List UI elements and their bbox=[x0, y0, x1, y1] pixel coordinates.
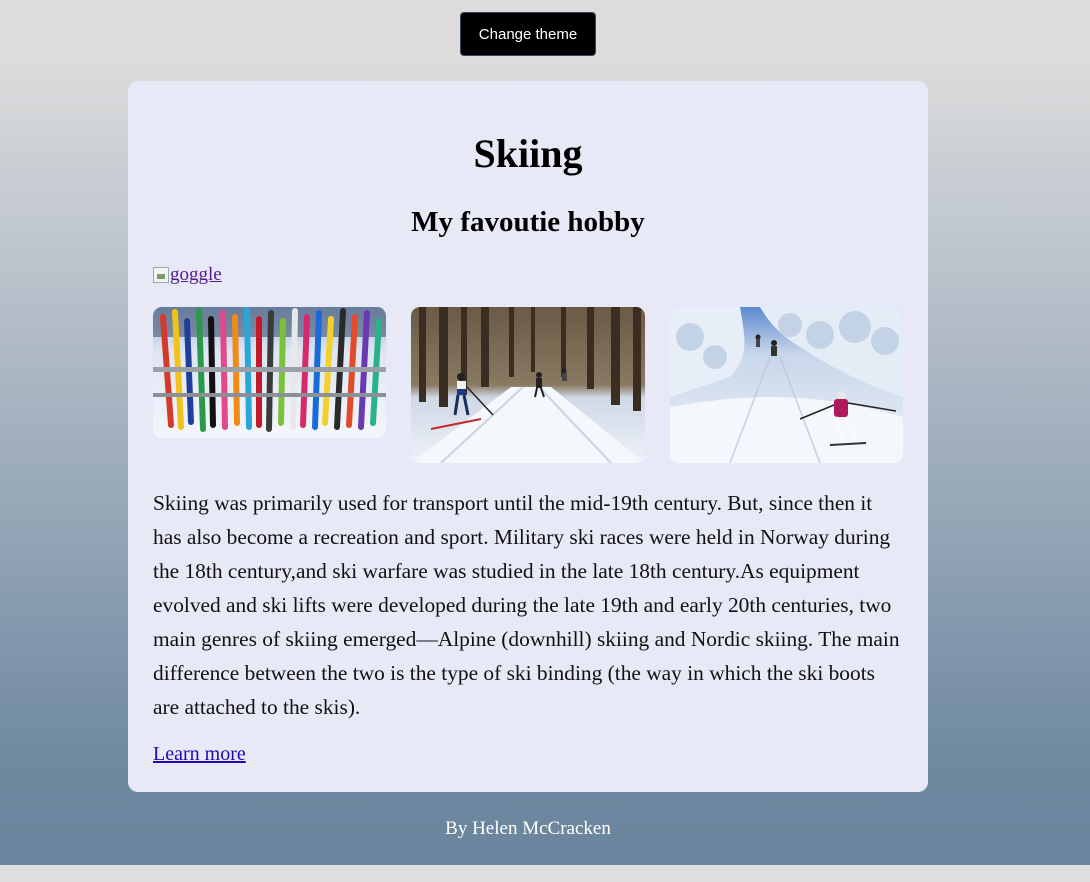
learn-more-link[interactable]: Learn more bbox=[153, 743, 246, 766]
broken-image-alt-text: goggle bbox=[170, 264, 222, 285]
footer-credit: By Helen McCracken bbox=[445, 818, 611, 839]
broken-image-link[interactable]: goggle bbox=[153, 264, 222, 286]
photo-ski-rack bbox=[153, 307, 386, 438]
page-subtitle: My favoutie hobby bbox=[411, 206, 645, 238]
photo-forest-skiers bbox=[411, 307, 645, 463]
description-paragraph: Skiing was primarily used for transport … bbox=[153, 491, 900, 719]
change-theme-button[interactable]: Change theme bbox=[460, 12, 596, 56]
photo-downhill-skier bbox=[670, 307, 903, 463]
broken-image-icon bbox=[153, 267, 169, 283]
page-title: Skiing bbox=[473, 131, 583, 176]
